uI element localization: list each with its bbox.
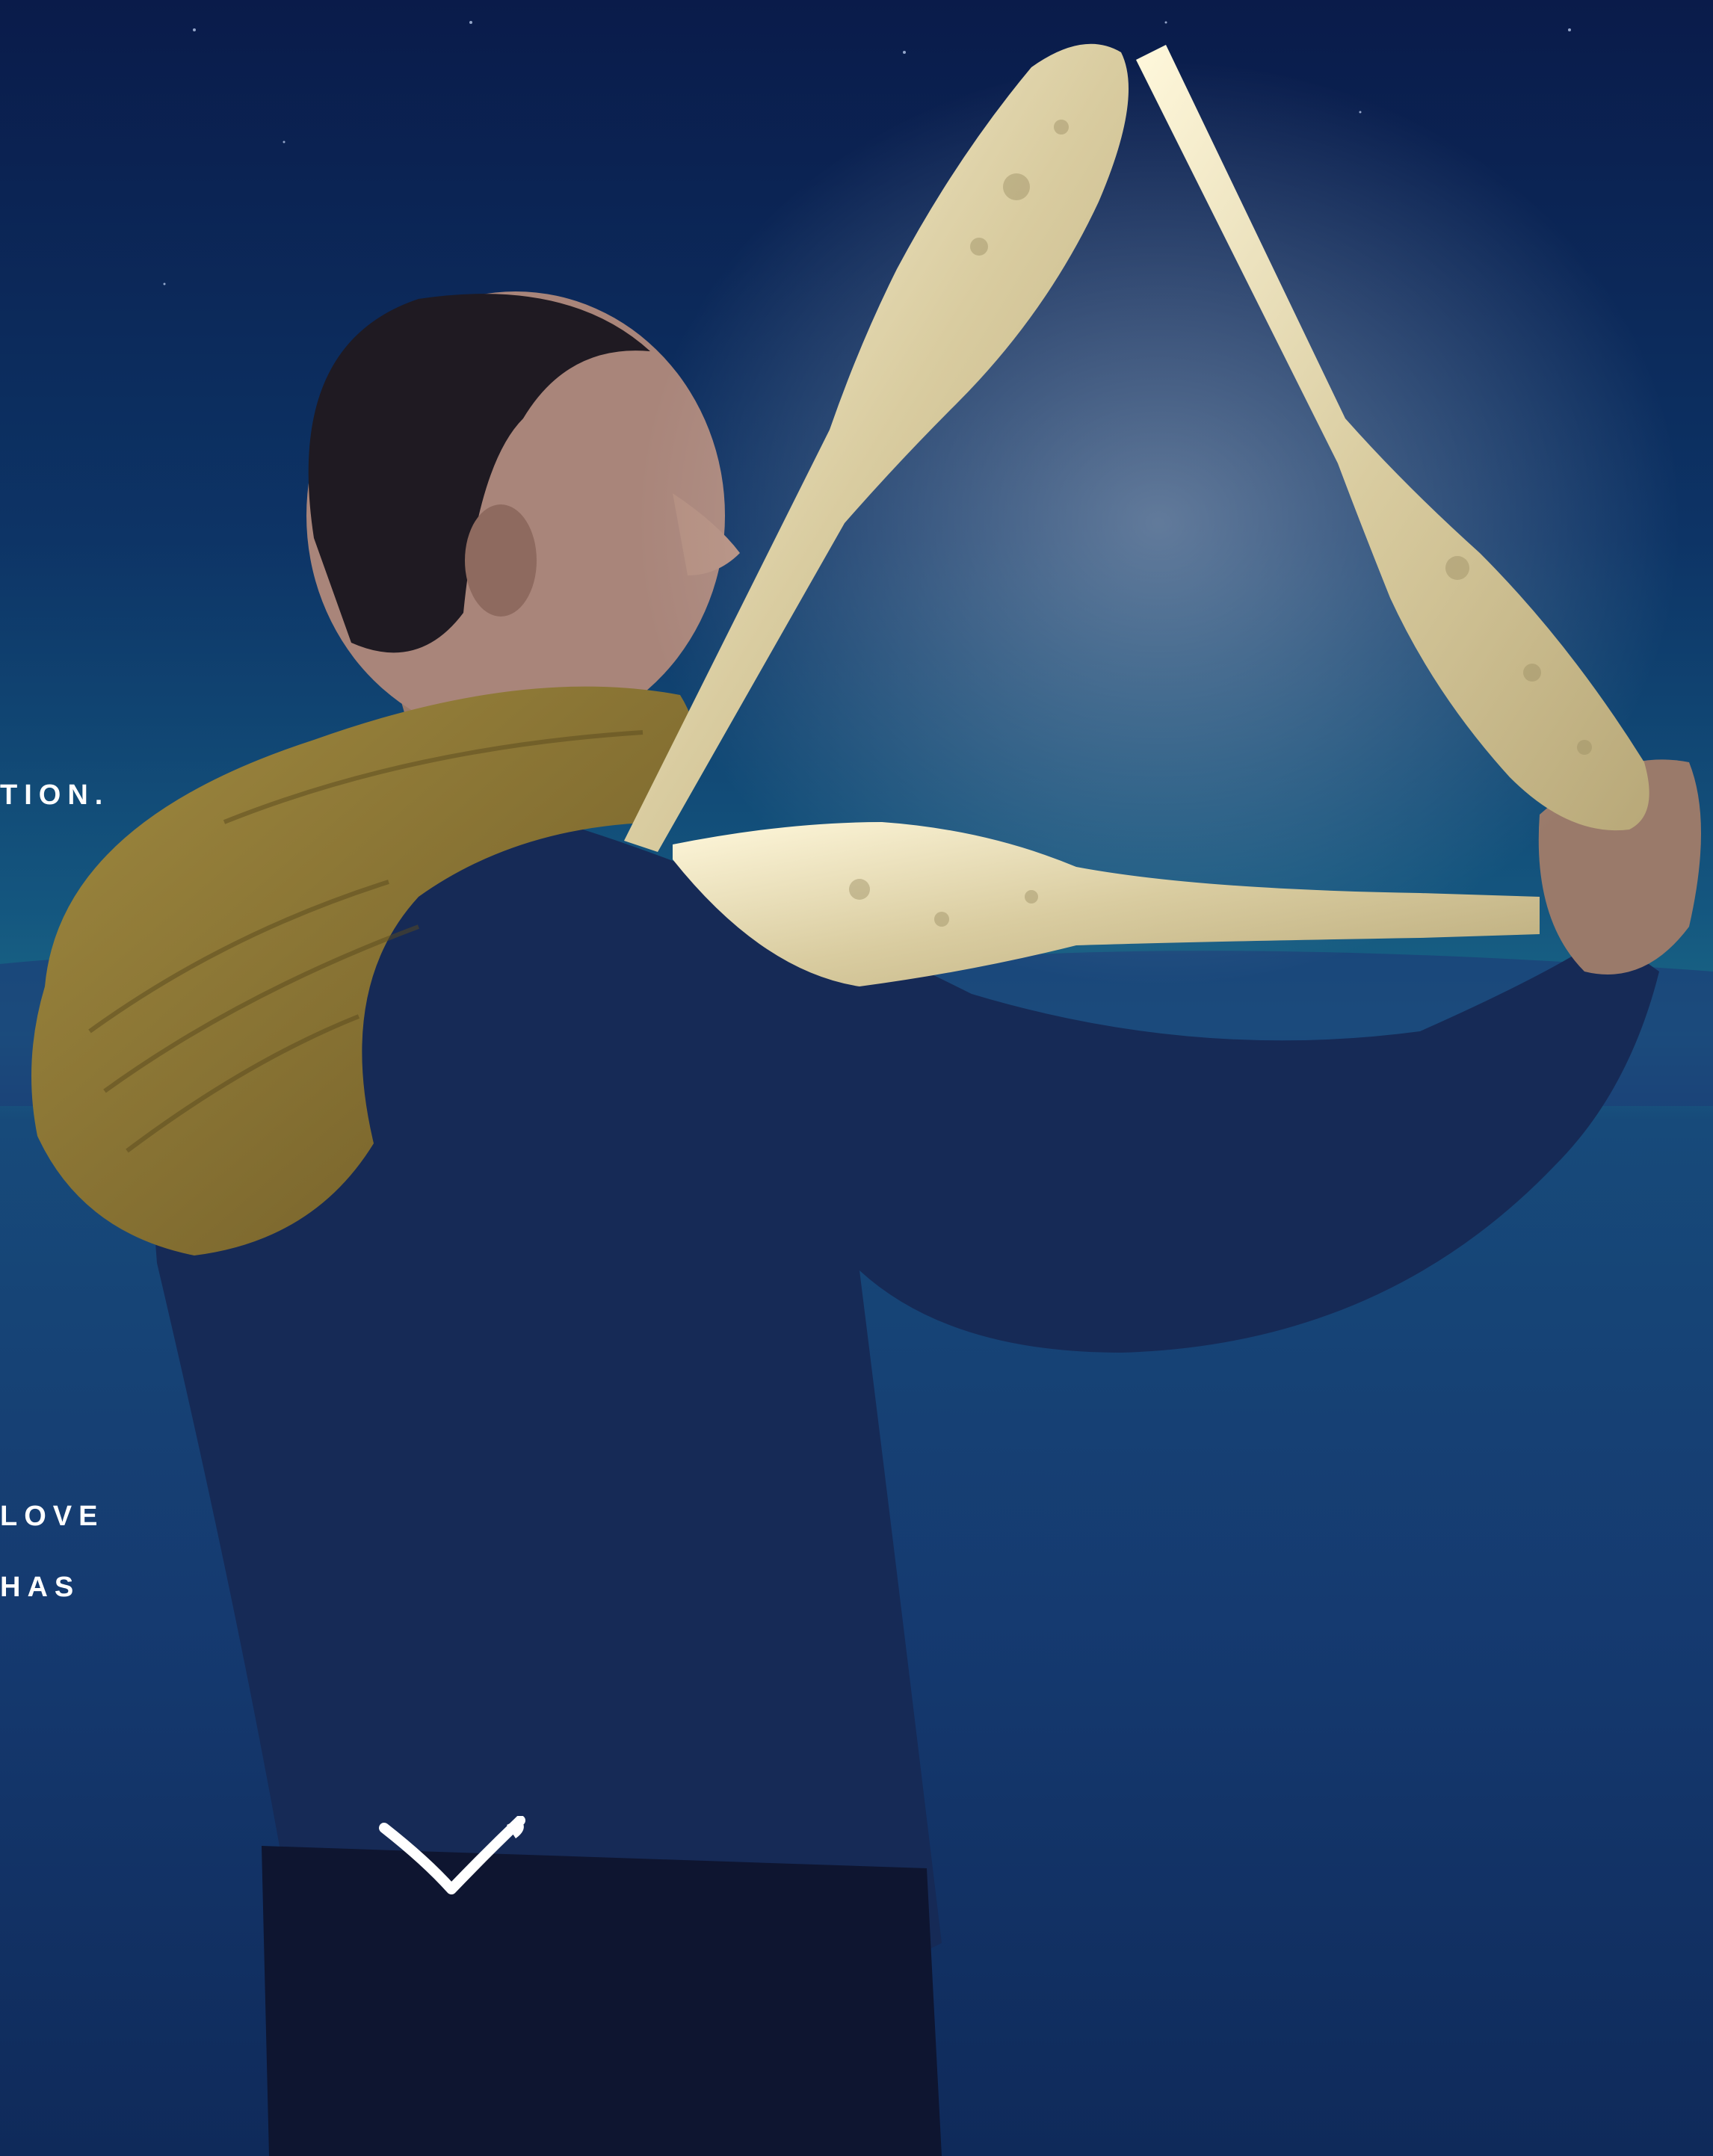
- hero-caption-line-1: TION.: [0, 779, 110, 811]
- hero-background-image: [0, 0, 1713, 2156]
- scroll-down-button[interactable]: [374, 1816, 531, 1906]
- hero-section: TION. LOVE HAS: [0, 0, 1713, 2156]
- hero-caption-line-2: LOVE: [0, 1501, 105, 1532]
- chevron-down-icon: [379, 1816, 525, 1894]
- hero-caption-line-3: HAS: [0, 1572, 81, 1603]
